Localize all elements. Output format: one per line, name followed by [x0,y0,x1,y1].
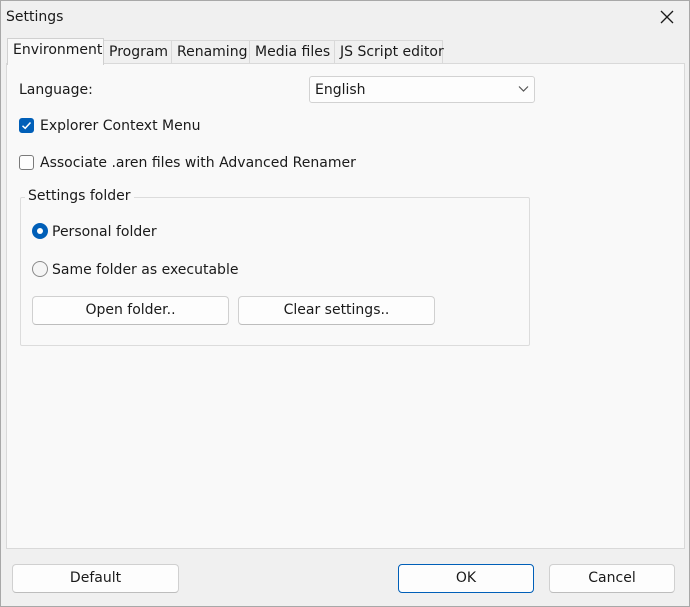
tab-media-files[interactable]: Media files [249,40,335,64]
chevron-down-icon [518,86,529,92]
same-folder-radio[interactable] [32,261,48,277]
tab-program[interactable]: Program [103,40,172,64]
default-button[interactable]: Default [12,564,179,593]
settings-window: Settings Environment Program Renaming Me… [0,0,690,607]
tab-environment[interactable]: Environment [7,38,104,65]
associate-aren-checkbox[interactable] [19,155,34,170]
tab-label: Media files [255,44,331,60]
tab-label: Program [109,44,169,60]
clear-settings-button[interactable]: Clear settings.. [238,296,435,325]
language-value: English [315,82,366,98]
checkmark-icon [21,121,32,130]
language-dropdown[interactable]: English [309,76,535,103]
personal-folder-radio[interactable] [32,223,48,239]
window-title: Settings [6,9,64,25]
environment-panel: Language: English Explorer Context Menu … [6,63,685,549]
title-bar: Settings [1,1,689,33]
cancel-button[interactable]: Cancel [549,564,675,593]
open-folder-button[interactable]: Open folder.. [32,296,229,325]
tab-renaming[interactable]: Renaming [171,40,250,64]
close-button[interactable] [651,4,683,30]
personal-folder-label[interactable]: Personal folder [52,224,157,240]
ok-button[interactable]: OK [398,564,534,593]
language-label: Language: [19,82,93,98]
tab-js-script-editor[interactable]: JS Script editor [334,40,444,64]
same-folder-label[interactable]: Same folder as executable [52,262,238,278]
tab-label: Environment [13,42,103,58]
settings-folder-title: Settings folder [25,188,134,204]
explorer-context-menu-label[interactable]: Explorer Context Menu [40,118,200,134]
close-icon [660,10,674,24]
associate-aren-label[interactable]: Associate .aren files with Advanced Rena… [40,155,356,171]
tab-label: Renaming [177,44,248,60]
explorer-context-menu-checkbox[interactable] [19,118,34,133]
tab-label: JS Script editor [340,44,444,60]
